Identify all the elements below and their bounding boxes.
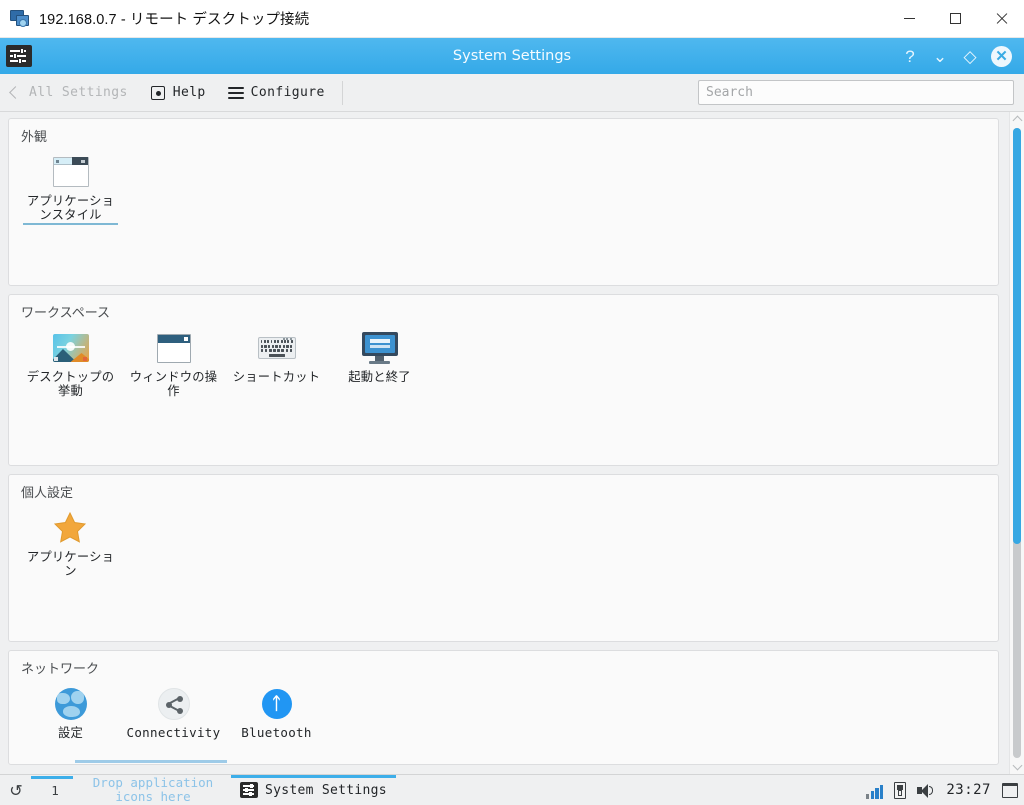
system-tray: 23:27	[866, 781, 1024, 799]
category-items: アプリケーション	[15, 505, 992, 581]
chevron-left-icon	[9, 86, 22, 99]
settings-module[interactable]: ウィンドウの操作	[122, 325, 225, 401]
scrollbar-thumb[interactable]	[1013, 128, 1021, 544]
module-label: Bluetooth	[241, 725, 312, 740]
chevron-down-icon[interactable]	[1010, 760, 1024, 774]
rdp-title-group: 192.168.0.7 - リモート デスクトップ接続	[0, 8, 886, 29]
settings-module[interactable]: 起動と終了	[328, 325, 431, 401]
show-desktop-icon[interactable]	[1002, 782, 1018, 798]
modules-area: 外観アプリケーションスタイルワークスペースデスクトップの挙動 ウィンドウの操作 ショ…	[0, 112, 1009, 774]
configure-label: Configure	[250, 85, 325, 100]
module-label: デスクトップの挙動	[26, 370, 115, 398]
bluetooth-icon: ᛏ	[257, 685, 297, 723]
usb-device-icon[interactable]	[894, 781, 907, 799]
remote-desktop-icon	[10, 9, 30, 28]
pager-icon[interactable]: ↺	[5, 779, 27, 801]
application-style-icon	[51, 153, 91, 191]
clock[interactable]: 23:27	[946, 782, 991, 798]
remote-screen: System Settings ? ⌄ ◇ ✕ All Settings Hel…	[0, 38, 1024, 805]
vertical-scrollbar[interactable]	[1009, 112, 1024, 774]
settings-module[interactable]: アプリケーション	[19, 505, 122, 581]
minimize-window-button[interactable]: ⌄	[931, 47, 949, 65]
minimize-button[interactable]	[886, 0, 932, 38]
settings-module[interactable]: ᛏ Bluetooth	[225, 681, 328, 743]
settings-module[interactable]: 設定	[19, 681, 122, 743]
category-items: デスクトップの挙動 ウィンドウの操作 ショートカット 起動と終了	[15, 325, 992, 401]
task-active-indicator	[231, 774, 396, 778]
help-button[interactable]: Help	[139, 74, 217, 112]
module-label: 設定	[58, 726, 83, 740]
kde-taskbar: ↺ 1 Drop application icons here System S…	[0, 760, 1024, 805]
settings-module[interactable]: アプリケーションスタイル	[19, 149, 122, 225]
maximize-window-button[interactable]: ◇	[961, 47, 979, 65]
system-settings-titlebar: System Settings ? ⌄ ◇ ✕	[0, 38, 1024, 74]
desktop-behavior-icon	[51, 329, 91, 367]
category-items: アプリケーションスタイル	[15, 149, 992, 225]
category-title: ワークスペース	[21, 306, 111, 321]
settings-module[interactable]: デスクトップの挙動	[19, 325, 122, 401]
drop-hint-indicator	[75, 760, 227, 763]
category-network: ネットワーク設定 Connectivity ᛏ Bluetooth	[8, 650, 999, 765]
category-items: 設定 Connectivity ᛏ Bluetooth	[15, 681, 992, 743]
module-label: ショートカット	[232, 370, 321, 384]
module-label: アプリケーション	[26, 550, 115, 578]
settings-content: 外観アプリケーションスタイルワークスペースデスクトップの挙動 ウィンドウの操作 ショ…	[0, 112, 1024, 774]
category-title: 個人設定	[21, 486, 74, 501]
taskbar-task-system-settings[interactable]: System Settings	[231, 774, 396, 804]
desktop-number-label: 1	[51, 782, 59, 798]
drop-hint-label: Drop application icons here	[92, 775, 214, 804]
category-personalization: 個人設定アプリケーション	[8, 474, 999, 642]
close-button[interactable]	[978, 0, 1024, 38]
window-title: System Settings	[452, 48, 572, 64]
module-label: アプリケーションスタイル	[26, 194, 115, 222]
system-settings-icon	[240, 782, 258, 798]
settings-toolbar: All Settings Help Configure	[0, 74, 1024, 112]
remote-desktop-window: 192.168.0.7 - リモート デスクトップ接続 System Setti…	[0, 0, 1024, 805]
category-appearance: 外観アプリケーションスタイル	[8, 118, 999, 286]
close-window-button[interactable]: ✕	[991, 45, 1012, 67]
khelp-icon	[150, 85, 166, 101]
module-label: 起動と終了	[348, 370, 411, 384]
kde-window-controls: ? ⌄ ◇ ✕	[901, 45, 1024, 67]
maximize-button[interactable]	[932, 0, 978, 38]
globe-settings-icon	[51, 685, 91, 723]
volume-icon[interactable]	[917, 781, 935, 799]
system-settings-icon	[6, 45, 32, 67]
module-label: ウィンドウの操作	[129, 370, 218, 398]
toolbar-separator	[341, 80, 343, 105]
drop-hint[interactable]: Drop application icons here	[75, 760, 227, 804]
task-label: System Settings	[265, 782, 387, 798]
category-title: 外観	[21, 130, 48, 145]
desktop-indicator	[31, 775, 73, 779]
all-settings-label: All Settings	[29, 85, 128, 100]
network-signal-icon[interactable]	[866, 781, 884, 799]
rdp-titlebar: 192.168.0.7 - リモート デスクトップ接続	[0, 0, 1024, 38]
configure-button[interactable]: Configure	[217, 74, 336, 112]
startup-shutdown-icon	[360, 329, 400, 367]
all-settings-button[interactable]: All Settings	[0, 74, 139, 112]
scrollbar-track[interactable]	[1013, 128, 1021, 758]
module-label: Connectivity	[126, 725, 221, 740]
help-window-button[interactable]: ?	[901, 47, 919, 65]
rdp-title-text: 192.168.0.7 - リモート デスクトップ接続	[39, 12, 310, 28]
category-title: ネットワーク	[21, 662, 100, 677]
settings-module[interactable]: ショートカット	[225, 325, 328, 401]
star-applications-icon	[51, 509, 91, 547]
window-management-icon	[154, 329, 194, 367]
connectivity-icon	[154, 685, 194, 723]
keyboard-shortcuts-icon	[257, 329, 297, 367]
rdp-window-controls	[886, 0, 1024, 38]
category-workspace: ワークスペースデスクトップの挙動 ウィンドウの操作 ショートカット 起動と終了	[8, 294, 999, 466]
help-label: Help	[172, 85, 206, 100]
search-input[interactable]	[698, 80, 1014, 105]
hamburger-icon	[227, 86, 244, 99]
settings-module[interactable]: Connectivity	[122, 681, 225, 743]
desktop-number[interactable]: 1	[31, 775, 79, 804]
chevron-up-icon[interactable]	[1010, 112, 1024, 126]
